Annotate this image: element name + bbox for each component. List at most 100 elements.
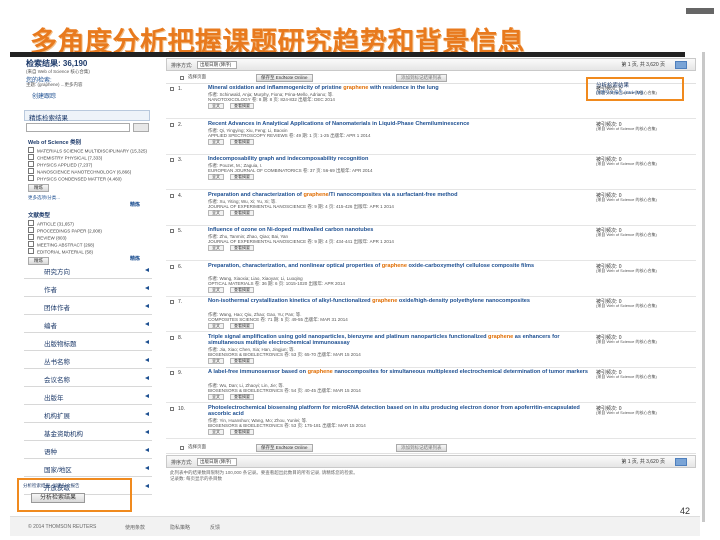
full-text-button[interactable]: 全文 xyxy=(208,209,224,216)
result-row: 10. Photoelectrochemical biosensing platf… xyxy=(166,405,696,439)
doctype-checkbox[interactable]: REVIEW (803) xyxy=(28,234,67,241)
doctype-checkbox[interactable]: ARTICLE (31,657) xyxy=(28,220,74,227)
facet-pub-year[interactable]: 出版年 xyxy=(24,387,152,405)
full-text-button[interactable]: 全文 xyxy=(208,429,224,435)
facet-languages[interactable]: 语种 xyxy=(24,441,152,459)
save-endnote-button[interactable]: 保存至 EndNote Online xyxy=(256,74,313,82)
result-checkbox[interactable] xyxy=(170,264,174,269)
result-checkbox[interactable] xyxy=(170,87,174,91)
select-page-checkbox[interactable] xyxy=(180,446,184,450)
times-cited-source: (来自 Web of Science 的核心合集) xyxy=(596,125,657,131)
full-text-button[interactable]: 全文 xyxy=(208,174,224,180)
doctype-checkbox[interactable]: EDITORIAL MATERIAL (58) xyxy=(28,248,93,255)
facet-conference[interactable]: 会议名称 xyxy=(24,369,152,387)
doctype-checkbox[interactable]: MEETING ABSTRACT (268) xyxy=(28,241,94,248)
facet-editors[interactable]: 编者 xyxy=(24,315,152,333)
query-value[interactable]: 主题: (graphene) ...更多内容 xyxy=(26,82,83,88)
category-checkbox[interactable]: PHYSICS APPLIED (7,237) xyxy=(28,161,92,168)
footer-link-terms[interactable]: 使用条款 xyxy=(125,524,145,531)
view-abstract-button[interactable]: 查看摘要 xyxy=(230,287,254,293)
full-text-button[interactable]: 全文 xyxy=(208,393,224,400)
result-title-link[interactable]: Preparation and characterization of grap… xyxy=(208,192,594,199)
facet-series[interactable]: 丛书名称 xyxy=(24,351,152,369)
view-abstract-button[interactable]: 查看摘要 xyxy=(230,138,254,145)
facet-authors[interactable]: 作者 xyxy=(24,279,152,297)
search-within-input[interactable] xyxy=(26,123,130,132)
result-title-link[interactable]: Influence of ozone on Ni-doped multiwall… xyxy=(208,227,594,234)
facet-label: 语种 xyxy=(44,449,57,456)
facet-group-authors[interactable]: 团体作者 xyxy=(24,297,152,315)
view-abstract-button[interactable]: 查看摘要 xyxy=(230,174,254,180)
doctype-checkbox[interactable]: PROCEEDINGS PAPER (2,008) xyxy=(28,227,102,234)
bottom-sort-bar: 排序方式: 出版日期 (降序) 第 1 页, 共 3,620 页 xyxy=(166,455,696,468)
category-checkbox[interactable]: NANOSCIENCE NANOTECHNOLOGY (6,866) xyxy=(28,168,131,175)
result-checkbox[interactable] xyxy=(170,335,174,340)
result-checkbox[interactable] xyxy=(170,122,174,127)
full-text-button[interactable]: 全文 xyxy=(208,287,224,293)
category-checkbox[interactable]: PHYSICS CONDENSED MATTER (4,460) xyxy=(28,175,122,182)
save-endnote-button[interactable]: 保存至 EndNote Online xyxy=(256,444,313,452)
full-text-button[interactable]: 全文 xyxy=(208,103,224,109)
view-abstract-button[interactable]: 查看摘要 xyxy=(230,103,254,109)
view-abstract-button[interactable]: 查看摘要 xyxy=(230,393,254,400)
result-title-link[interactable]: Preparation, characterization, and nonli… xyxy=(208,263,594,270)
result-title-link[interactable]: Recent Advances in Analytical Applicatio… xyxy=(208,121,594,128)
title-text: Recent Advances in Analytical Applicatio… xyxy=(208,120,470,127)
view-abstract-button[interactable]: 查看摘要 xyxy=(230,358,254,364)
analyze-results-link[interactable]: 分析检索结果 xyxy=(596,81,629,89)
expand-arrow-icon xyxy=(145,376,149,380)
search-within-go-button[interactable] xyxy=(133,123,149,132)
category-refine-button[interactable]: 精炼 xyxy=(28,184,49,192)
sort-select[interactable]: 出版日期 (降序) xyxy=(197,61,237,69)
sort-select[interactable]: 出版日期 (降序) xyxy=(197,458,237,466)
create-citation-report-link[interactable]: 创建引文报告 (Ctrl+[M]) xyxy=(596,90,643,96)
full-text-button[interactable]: 全文 xyxy=(208,322,224,329)
facet-organizations[interactable]: 机构扩展 xyxy=(24,405,152,423)
result-row: 8. Triple signal amplification using gold… xyxy=(166,334,696,368)
facet-countries[interactable]: 国家/地区 xyxy=(24,459,152,477)
select-page-label: 选择页面 xyxy=(188,444,206,449)
title-highlight: graphene xyxy=(372,298,398,304)
result-title-link[interactable]: Non-isothermal crystallization kinetics … xyxy=(208,298,594,305)
analyze-results-button[interactable]: 分析检索结果 xyxy=(31,493,86,503)
full-text-button[interactable]: 全文 xyxy=(208,245,224,251)
facet-source-titles[interactable]: 出版物标题 xyxy=(24,333,152,351)
view-abstract-button[interactable]: 查看摘要 xyxy=(230,429,254,435)
title-highlight: graphene xyxy=(343,85,369,91)
category-more-options-link[interactable]: 更多选项/分类... xyxy=(28,195,60,201)
result-checkbox[interactable] xyxy=(170,229,174,233)
category-checkbox[interactable]: CHEMISTRY PHYSICAL (7,333) xyxy=(28,154,102,161)
next-page-icon[interactable] xyxy=(675,458,687,466)
full-text-button[interactable]: 全文 xyxy=(208,358,224,364)
category-checkbox[interactable]: MATERIALS SCIENCE MULTIDISCIPLINARY (15,… xyxy=(28,147,147,154)
result-checkbox[interactable] xyxy=(170,406,174,411)
result-checkbox[interactable] xyxy=(170,158,174,162)
facet-research-area[interactable]: 研究方向 xyxy=(24,261,152,279)
footer-link-privacy[interactable]: 隐私策略 xyxy=(170,524,190,531)
result-source: NANOTOXICOLOGY 卷: 8 期: 8 页: 824-832 出版年:… xyxy=(208,97,335,102)
full-text-button[interactable]: 全文 xyxy=(208,138,224,145)
facet-funding[interactable]: 基金资助机构 xyxy=(24,423,152,441)
add-marked-list-button[interactable]: 添加到标记结果列表 xyxy=(396,444,447,452)
view-abstract-button[interactable]: 查看摘要 xyxy=(230,209,254,216)
category-refine-link[interactable]: 精炼 xyxy=(130,201,140,208)
result-title-link[interactable]: Indecomposability graph and indecomposab… xyxy=(208,156,594,163)
next-page-icon[interactable] xyxy=(675,61,687,69)
analyze-results-highlight: 分析检索结果, 创建引文报告 分析检索结果 xyxy=(17,478,132,512)
view-abstract-button[interactable]: 查看摘要 xyxy=(230,322,254,329)
corner-decoration xyxy=(686,8,714,14)
add-marked-list-button[interactable]: 添加到标记结果列表 xyxy=(396,74,447,82)
result-title-link[interactable]: Photoelectrochemical biosensing platform… xyxy=(208,405,594,418)
result-title-link[interactable]: Mineral oxidation and inflammogenicity o… xyxy=(208,85,594,92)
create-alert-link[interactable]: 创建跟踪 xyxy=(32,91,56,100)
view-abstract-button[interactable]: 查看摘要 xyxy=(230,245,254,251)
result-title-link[interactable]: A label-free immunosensor based on graph… xyxy=(208,369,594,376)
result-checkbox[interactable] xyxy=(170,300,174,304)
result-title-link[interactable]: Triple signal amplification using gold n… xyxy=(208,334,594,347)
select-page-checkbox[interactable] xyxy=(180,76,184,80)
result-checkbox[interactable] xyxy=(170,193,174,198)
expand-arrow-icon xyxy=(145,466,149,470)
title-text: Influence of ozone on Ni-doped multiwall… xyxy=(208,227,374,233)
result-checkbox[interactable] xyxy=(170,371,174,375)
footer-link-feedback[interactable]: 反馈 xyxy=(210,524,220,531)
